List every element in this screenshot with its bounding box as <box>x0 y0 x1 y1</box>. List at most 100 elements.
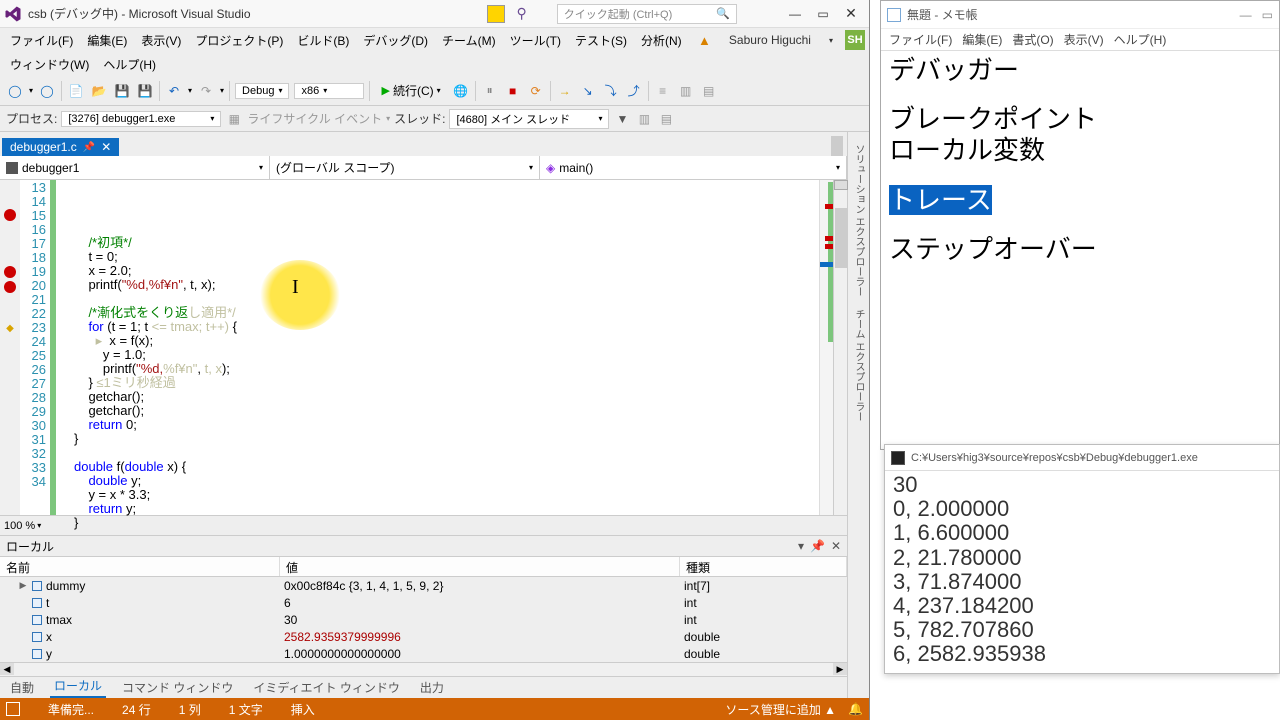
tab-scroll-icon[interactable] <box>831 136 843 156</box>
code-line[interactable]: printf("%d,%f¥n", t, x); <box>74 278 819 292</box>
code-line[interactable]: t = 0; <box>74 250 819 264</box>
code-line[interactable]: return y; <box>74 502 819 516</box>
code-line[interactable]: for (t = 1; t <= tmax; t++) { <box>74 320 819 334</box>
lifecycle-icon[interactable]: ▦ <box>225 110 243 128</box>
status-notify-icon[interactable]: 🔔 <box>848 702 863 716</box>
code-editor[interactable]: ◆ 13141516171819202122232425262728293031… <box>0 180 847 515</box>
code-line[interactable]: y = x * 3.3; <box>74 488 819 502</box>
code-line[interactable]: double y; <box>74 474 819 488</box>
close-button[interactable]: ✕ <box>837 3 865 25</box>
continue-button[interactable]: ▶続行(C)▾ <box>375 81 446 100</box>
user-name[interactable]: Saburo Higuchi <box>723 31 817 49</box>
np-min-button[interactable]: — <box>1240 8 1252 22</box>
process-dropdown[interactable]: [3276] debugger1.exe▾ <box>61 111 221 127</box>
code-line[interactable]: double f(double x) { <box>74 460 819 474</box>
step-into-icon[interactable]: ↘ <box>579 82 597 100</box>
code-line[interactable]: ▸ x = f(x); <box>74 334 819 348</box>
browser-icon[interactable]: 🌐 <box>452 82 470 100</box>
status-icon[interactable] <box>6 702 20 716</box>
menu-analyze[interactable]: 分析(N) <box>635 30 688 51</box>
console-body[interactable]: 300, 2.0000001, 6.6000002, 21.7800003, 7… <box>885 471 1279 673</box>
menu-view[interactable]: 表示(V) <box>135 30 187 51</box>
tab-command[interactable]: コマンド ウィンドウ <box>118 677 237 698</box>
col-type[interactable]: 種類 <box>680 557 847 576</box>
col-name[interactable]: 名前 <box>0 557 280 576</box>
tab-output[interactable]: 出力 <box>416 677 448 698</box>
tool-b-icon[interactable]: ▥ <box>677 82 695 100</box>
locals-row[interactable]: t 6 int <box>0 594 847 611</box>
status-source-control[interactable]: ソース管理に追加 ▲ <box>725 701 836 718</box>
restart-icon[interactable]: ⟳ <box>527 82 545 100</box>
open-icon[interactable]: 📂 <box>90 82 108 100</box>
new-icon[interactable]: 📄 <box>67 82 85 100</box>
redo-icon[interactable]: ↷ <box>197 82 215 100</box>
code-line[interactable]: } ≤1ミリ秒経過 <box>74 376 819 390</box>
function-selector[interactable]: ◈main()▾ <box>540 156 847 179</box>
platform-dropdown[interactable]: x86▾ <box>294 83 364 99</box>
maximize-button[interactable]: ▭ <box>809 3 837 25</box>
pin-icon[interactable]: 📌 <box>83 142 95 153</box>
nav-fwd-icon[interactable]: ◯ <box>38 82 56 100</box>
locals-hscroll[interactable]: ◀ ▶ <box>0 662 847 676</box>
breakpoint-icon[interactable] <box>4 209 16 221</box>
tab-local[interactable]: ローカル <box>50 675 106 698</box>
menu-help[interactable]: ヘルプ(H) <box>97 54 162 75</box>
code-line[interactable]: getchar(); <box>74 390 819 404</box>
quicklaunch-input[interactable]: クイック起動 (Ctrl+Q) 🔍 <box>557 4 737 24</box>
breakpoint-icon[interactable] <box>4 281 16 293</box>
np-max-button[interactable]: ▭ <box>1262 8 1273 22</box>
team-explorer-tab[interactable]: チーム エクスプローラー <box>851 305 866 426</box>
np-menu-format[interactable]: 書式(O) <box>1012 31 1053 48</box>
np-menu-edit[interactable]: 編集(E) <box>962 31 1002 48</box>
pause-icon[interactable]: ⏸ <box>481 82 499 100</box>
np-menu-help[interactable]: ヘルプ(H) <box>1114 31 1167 48</box>
menu-edit[interactable]: 編集(E) <box>81 30 133 51</box>
menu-test[interactable]: テスト(S) <box>569 30 633 51</box>
split-handle-icon[interactable] <box>834 180 848 190</box>
menu-build[interactable]: ビルド(B) <box>291 30 355 51</box>
tool-a-icon[interactable]: ≡ <box>654 82 672 100</box>
breakpoint-icon[interactable] <box>4 266 16 278</box>
tab-debugger1-c[interactable]: debugger1.c 📌 ✕ <box>2 138 119 156</box>
code-line[interactable] <box>74 292 819 306</box>
menu-file[interactable]: ファイル(F) <box>4 30 79 51</box>
show-next-icon[interactable]: → <box>556 82 574 100</box>
menu-project[interactable]: プロジェクト(P) <box>189 30 289 51</box>
menu-tools[interactable]: ツール(T) <box>504 30 567 51</box>
project-selector[interactable]: debugger1▾ <box>0 156 270 179</box>
user-badge[interactable]: SH <box>845 30 865 50</box>
undo-icon[interactable]: ↶ <box>165 82 183 100</box>
code-line[interactable]: x = 2.0; <box>74 264 819 278</box>
np-menu-file[interactable]: ファイル(F) <box>889 31 952 48</box>
locals-row[interactable]: tmax 30 int <box>0 611 847 628</box>
step-out-icon[interactable]: ⤴ <box>625 82 643 100</box>
solution-explorer-tab[interactable]: ソリューション エクスプローラー <box>851 140 866 301</box>
locals-row[interactable]: ▶dummy 0x00c8f84c {3, 1, 4, 1, 5, 9, 2} … <box>0 577 847 594</box>
notepad-body[interactable]: デバッガー ブレークポイント ローカル変数 トレース ステップオーバー <box>881 51 1279 449</box>
console-titlebar[interactable]: C:¥Users¥hig3¥source¥repos¥csb¥Debug¥deb… <box>885 445 1279 471</box>
filter-icon2[interactable]: ▼ <box>613 110 631 128</box>
config-dropdown[interactable]: Debug▾ <box>235 83 289 99</box>
filter-icon[interactable] <box>487 5 505 23</box>
code-line[interactable] <box>74 446 819 460</box>
menu-debug[interactable]: デバッグ(D) <box>357 30 434 51</box>
code-line[interactable]: getchar(); <box>74 404 819 418</box>
col-value[interactable]: 値 <box>280 557 680 576</box>
step-over-icon[interactable]: ⤵ <box>602 82 620 100</box>
code-line[interactable]: y = 1.0; <box>74 348 819 362</box>
menu-window[interactable]: ウィンドウ(W) <box>4 54 95 75</box>
locals-row[interactable]: x 2582.9359379999996 double <box>0 628 847 645</box>
code-line[interactable] <box>74 530 819 544</box>
tab-immediate[interactable]: イミディエイト ウィンドウ <box>249 677 404 698</box>
minimap[interactable] <box>819 180 833 515</box>
save-all-icon[interactable]: 💾 <box>136 82 154 100</box>
tool-c-icon[interactable]: ▤ <box>700 82 718 100</box>
code-line[interactable]: } <box>74 432 819 446</box>
scope-selector[interactable]: (グローバル スコープ)▾ <box>270 156 540 179</box>
warning-icon[interactable]: ▲ <box>692 31 717 50</box>
tab-auto[interactable]: 自動 <box>6 677 38 698</box>
panel-close-icon[interactable]: ✕ <box>831 539 841 553</box>
stop-icon[interactable]: ■ <box>504 82 522 100</box>
code-line[interactable]: } <box>74 516 819 530</box>
locals-row[interactable]: y 1.0000000000000000 double <box>0 645 847 662</box>
